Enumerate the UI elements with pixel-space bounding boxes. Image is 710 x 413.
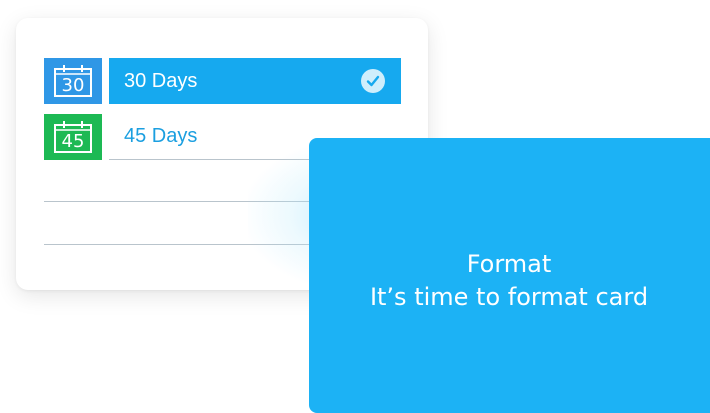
format-title: Format: [466, 250, 552, 278]
option-label: 45 Days: [124, 125, 198, 147]
format-card[interactable]: Format It’s time to format card: [309, 138, 710, 413]
option-30-days[interactable]: 30 Days: [109, 58, 401, 104]
calendar-number: 30: [62, 75, 85, 96]
option-label: 30 Days: [124, 69, 198, 92]
calendar-icon-graphic: 30: [54, 65, 92, 97]
format-subtitle: It’s time to format card: [369, 283, 649, 311]
calendar-number: 45: [62, 131, 85, 152]
calendar-icon: 45: [44, 114, 102, 160]
calendar-icon: 30: [44, 58, 102, 104]
calendar-icon-graphic: 45: [54, 121, 92, 153]
check-icon: [361, 69, 385, 93]
